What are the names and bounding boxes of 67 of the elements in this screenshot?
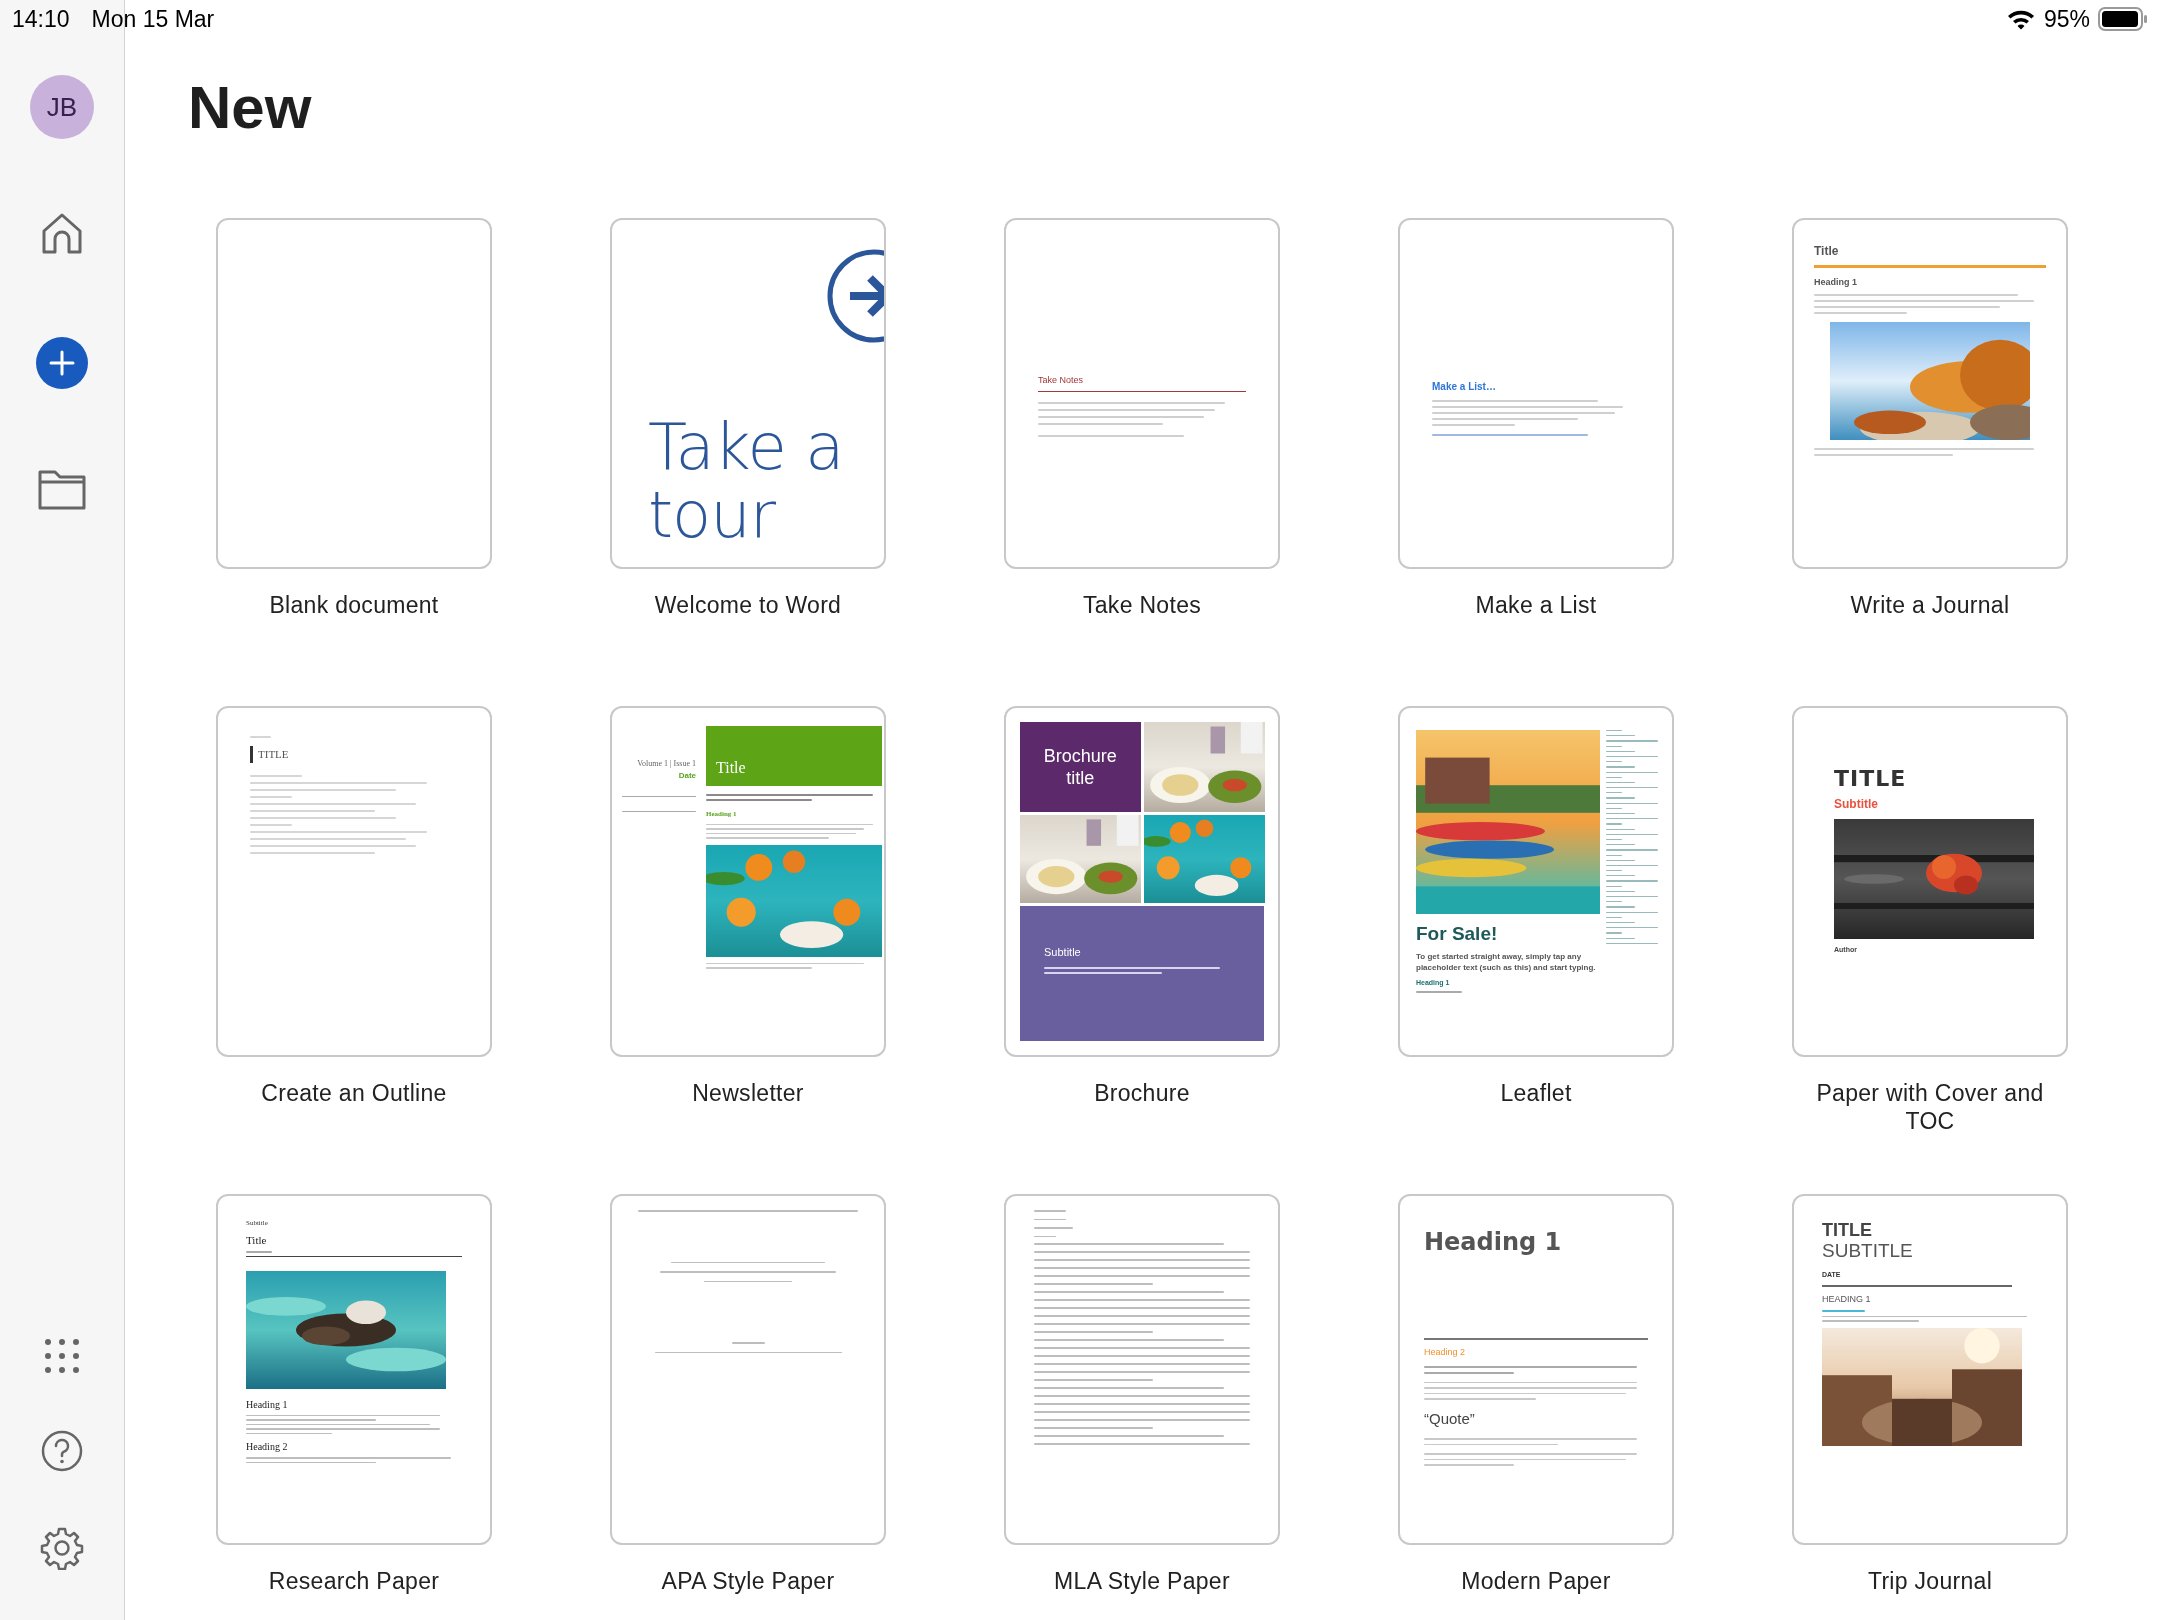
template-name: Create an Outline xyxy=(261,1079,447,1107)
account-avatar[interactable]: JB xyxy=(30,75,94,139)
text-lines-drawing xyxy=(246,1251,272,1253)
template-name: Make a List xyxy=(1475,591,1597,619)
thumbnail-text: Heading 1 xyxy=(246,1397,289,1412)
wifi-icon xyxy=(2005,8,2036,30)
template-thumbnail[interactable] xyxy=(610,1194,886,1545)
template-name: Blank document xyxy=(269,591,439,619)
modern-heading: Heading 1 xyxy=(1424,1227,1563,1258)
template-name: Research Paper xyxy=(268,1567,440,1595)
template-name: MLA Style Paper xyxy=(1054,1567,1230,1595)
template-name: Trip Journal xyxy=(1867,1567,1993,1595)
thumbnail-text: “Quote” xyxy=(1424,1408,1476,1429)
text-lines-drawing xyxy=(250,736,271,738)
thumbnail-text: Make a List… xyxy=(1432,380,1497,394)
thumbnail-text: HEADING 1 xyxy=(1822,1292,1872,1306)
template-thumbnail[interactable]: Brochure title Subtitle xyxy=(1004,706,1280,1057)
template-name: Modern Paper xyxy=(1461,1567,1611,1595)
template-thumbnail[interactable]: Title Heading 1 xyxy=(1792,218,2068,569)
status-date: Mon 15 Mar xyxy=(91,4,215,34)
template-name: APA Style Paper xyxy=(661,1567,835,1595)
thumbnail-text: Subtitle xyxy=(1834,796,1879,813)
trip-subtitle: SUBTITLE xyxy=(1822,1240,1914,1262)
thumbnail-text: Heading 2 xyxy=(246,1440,289,1454)
template-thumbnail[interactable]: Take Notes xyxy=(1004,218,1280,569)
text-lines-drawing xyxy=(1822,1310,1866,1312)
thumbnail-text: Title xyxy=(1814,242,2046,268)
template-thumbnail[interactable] xyxy=(1004,1194,1280,1545)
template-name: Welcome to Word xyxy=(654,591,842,619)
template-thumbnail[interactable]: TITLE xyxy=(216,706,492,1057)
tour-heading: Take a tour xyxy=(648,413,845,549)
brochure-title: Brochure title xyxy=(1020,722,1141,812)
template-name: Take Notes xyxy=(1082,591,1202,619)
template-name: Newsletter xyxy=(692,1079,804,1107)
template-name: Brochure xyxy=(1094,1079,1190,1107)
new-button[interactable] xyxy=(36,337,88,389)
thumbnail-text: To get started straight away, simply tap any placeholder text (such as this) and start typing. xyxy=(1416,950,1597,973)
text-lines-drawing xyxy=(1416,991,1462,993)
thumbnail-text: Volume 1 | Issue 1 xyxy=(637,758,696,770)
thumbnail-text: Title xyxy=(246,1232,268,1248)
thumbnail-text: Heading 2 xyxy=(1424,1346,1467,1359)
template-thumbnail[interactable]: Heading 1 Heading 2 “Quote” xyxy=(1398,1194,1674,1545)
plus-icon xyxy=(48,349,76,377)
template-name: Write a Journal xyxy=(1850,591,2010,619)
battery-percentage: 95% xyxy=(2043,4,2090,34)
apps-icon[interactable] xyxy=(42,1336,82,1376)
thumbnail-text: Heading 1 xyxy=(1814,276,1858,289)
leaflet-heading: For Sale! xyxy=(1416,922,1499,946)
template-thumbnail[interactable]: Take a tour xyxy=(610,218,886,569)
text-lines-drawing xyxy=(731,1342,765,1344)
cover-title: TITLE xyxy=(1834,765,1908,793)
template-thumbnail[interactable] xyxy=(216,218,492,569)
template-name: Paper with Cover and TOC xyxy=(1815,1079,2045,1135)
help-icon[interactable] xyxy=(41,1430,83,1472)
page-title: New xyxy=(188,73,313,143)
thumbnail-text: TITLE xyxy=(250,746,458,763)
thumbnail-text: Subtitle xyxy=(1044,945,1082,960)
battery-icon xyxy=(2098,7,2148,31)
newsletter-title: Title xyxy=(706,726,882,786)
trip-title: TITLE xyxy=(1822,1220,1873,1240)
status-time: 14:10 xyxy=(12,4,70,34)
settings-icon[interactable] xyxy=(40,1526,84,1570)
thumbnail-text: Take Notes xyxy=(1038,374,1246,392)
text-lines-drawing xyxy=(1034,1210,1073,1237)
template-name: Leaflet xyxy=(1500,1079,1572,1107)
template-thumbnail[interactable]: Make a List… xyxy=(1398,218,1674,569)
thumbnail-text: Date xyxy=(678,770,696,782)
